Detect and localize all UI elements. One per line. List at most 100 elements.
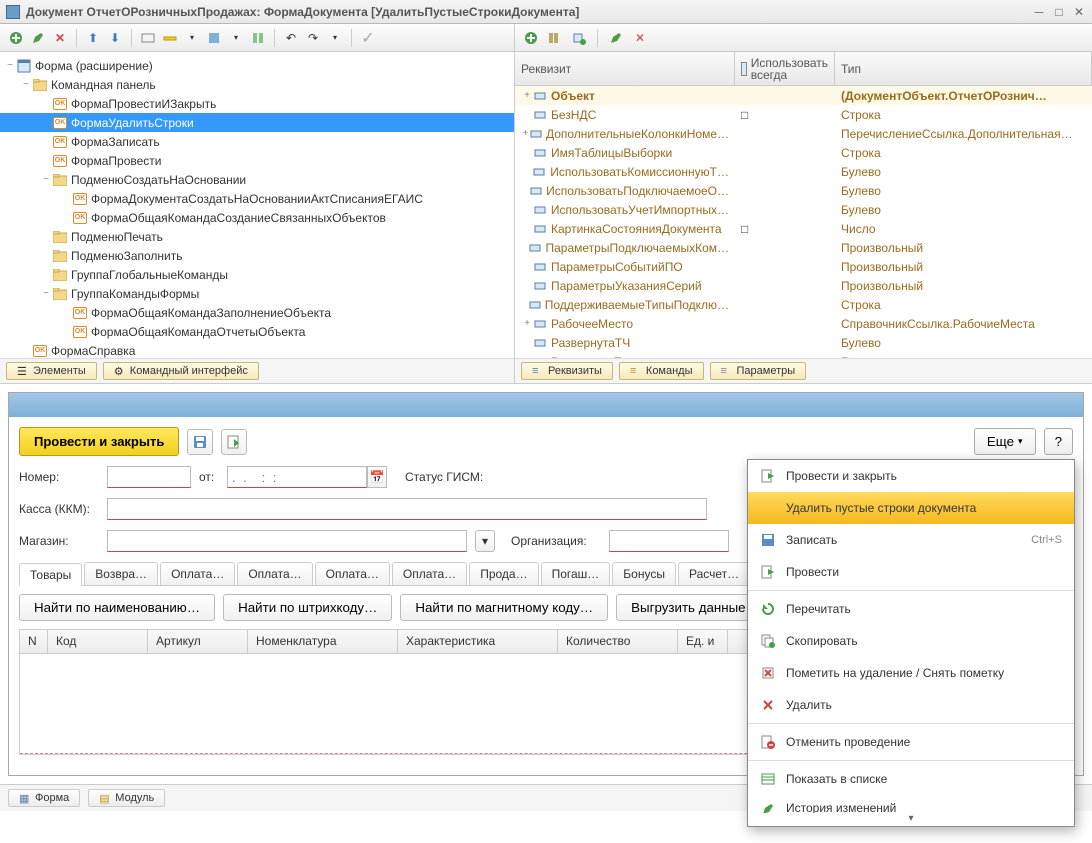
redo-icon[interactable]: ↷ [303,28,323,48]
tab-params[interactable]: ≡Параметры [710,362,807,380]
r-cols-icon[interactable] [545,28,565,48]
post-and-close-button[interactable]: Провести и закрыть [19,427,179,456]
find-card-button[interactable]: Найти по магнитному коду… [400,594,608,621]
grid-col-header[interactable]: Характеристика [398,630,558,653]
org-input[interactable] [609,530,729,552]
find-barcode-button[interactable]: Найти по штрихкоду… [223,594,392,621]
menu-item[interactable]: Отменить проведение [748,726,1074,758]
r-delete-icon[interactable]: ✕ [630,28,650,48]
tree-item[interactable]: OKФормаОбщаяКомандаСозданиеСвязанныхОбъе… [0,208,514,227]
attr-row[interactable]: БезНДС□Строка [515,105,1092,124]
export-button[interactable]: Выгрузить данные [616,594,760,621]
menu-expand-icon[interactable]: ▾ [748,813,1074,826]
find-name-button[interactable]: Найти по наименованию… [19,594,215,621]
more-button[interactable]: Еще▾ [974,428,1036,455]
tree-item[interactable]: OKФормаОбщаяКомандаОтчетыОбъекта [0,322,514,341]
menu-item[interactable]: ЗаписатьCtrl+S [748,524,1074,556]
menu-item[interactable]: Показать в списке [748,763,1074,795]
tool2-icon[interactable] [160,28,180,48]
tree-item[interactable]: OKФормаОбщаяКомандаЗаполнениеОбъекта [0,303,514,322]
calendar-icon[interactable]: 📅 [367,466,387,488]
tree-item[interactable]: OKФормаПровести [0,151,514,170]
attr-row[interactable]: ПараметрыУказанияСерийПроизвольный [515,276,1092,295]
attr-row[interactable]: ИспользоватьУчетИмпортных…Булево [515,200,1092,219]
attr-row[interactable]: РазвернутаТЧБулево [515,333,1092,352]
tree-root[interactable]: − Форма (расширение) [0,56,514,75]
menu-item[interactable]: Провести и закрыть [748,460,1074,492]
attr-row[interactable]: ИспользоватьКомиссионнуюТ…Булево [515,162,1092,181]
down-icon[interactable]: ⬇ [105,28,125,48]
attr-row[interactable]: ИмяТаблицыВыборкиСтрока [515,143,1092,162]
tree-item[interactable]: −ГруппаКомандыФормы [0,284,514,303]
menu-item[interactable]: Перечитать [748,593,1074,625]
sub-tab[interactable]: Оплата… [315,562,390,585]
sub-tab[interactable]: Прода… [469,562,538,585]
menu-item[interactable]: Пометить на удаление / Снять пометку [748,657,1074,689]
grid-col-header[interactable]: Артикул [148,630,248,653]
grid-col-header[interactable]: N [20,630,48,653]
save-button[interactable] [187,429,213,455]
r-edit-icon[interactable] [606,28,626,48]
grid-col-header[interactable]: Количество [558,630,678,653]
tree-item[interactable]: OKФормаЗаписать [0,132,514,151]
check-icon[interactable]: ✓ [358,28,378,48]
attr-row[interactable]: ПоддерживаемыеТипыПодклю…Строка [515,295,1092,314]
attr-row[interactable]: КартинкаСостоянияДокумента□Число [515,219,1092,238]
tab-cmds[interactable]: ≡Команды [619,362,704,380]
kassa-input[interactable] [107,498,707,520]
up-icon[interactable]: ⬆ [83,28,103,48]
attr-row[interactable]: +Объект(ДокументОбъект.ОтчетОРознич… [515,86,1092,105]
tool5-icon[interactable]: ▾ [325,28,345,48]
tree-item[interactable]: OKФормаСправка [0,341,514,358]
attr-row[interactable]: +ДополнительныеКолонкиНоме…ПеречислениеС… [515,124,1092,143]
tool4-icon[interactable] [248,28,268,48]
sub-tab[interactable]: Бонусы [612,562,676,585]
tool3-icon[interactable] [204,28,224,48]
minimize-icon[interactable]: ─ [1032,5,1046,19]
attr-row[interactable]: ИспользоватьПодключаемоеО…Булево [515,181,1092,200]
tab-form[interactable]: ▦Форма [8,789,80,807]
tab-cmd-interface[interactable]: ⚙Командный интерфейс [103,362,259,380]
attr-row[interactable]: +РабочееМестоСправочникСсылка.РабочиеМес… [515,314,1092,333]
sub-tab[interactable]: Возвра… [84,562,158,585]
sub-tab[interactable]: Погаш… [541,562,611,585]
sub-tab[interactable]: Оплата… [237,562,312,585]
add-icon[interactable] [6,28,26,48]
sub-tab[interactable]: Оплата… [392,562,467,585]
tree-item[interactable]: −Командная панель [0,75,514,94]
delete-icon[interactable]: ✕ [50,28,70,48]
number-input[interactable] [107,466,191,488]
tree-item[interactable]: ПодменюПечать [0,227,514,246]
help-button[interactable]: ? [1044,428,1073,455]
r-add2-icon[interactable] [569,28,589,48]
attr-row[interactable]: ПараметрыПодключаемыхКом…Произвольный [515,238,1092,257]
close-icon[interactable]: ✕ [1072,5,1086,19]
tree-item[interactable]: ПодменюЗаполнить [0,246,514,265]
shop-open-icon[interactable]: ▾ [475,530,495,552]
tree-item[interactable]: OKФормаДокументаСоздатьНаОснованииАктСпи… [0,189,514,208]
menu-item[interactable]: Удалить пустые строки документа [748,492,1074,524]
menu-item[interactable]: Скопировать [748,625,1074,657]
grid-col-header[interactable]: Ед. и [678,630,728,653]
grid-col-header[interactable]: Номенклатура [248,630,398,653]
r-add-icon[interactable] [521,28,541,48]
tab-attrs[interactable]: ≡Реквизиты [521,362,613,380]
grid-col-header[interactable]: Код [48,630,148,653]
tool2b-icon[interactable]: ▾ [182,28,202,48]
sub-tab[interactable]: Оплата… [160,562,235,585]
sub-tab[interactable]: Товары [19,563,82,586]
undo-icon[interactable]: ↶ [281,28,301,48]
tab-module[interactable]: ▤Модуль [88,789,165,807]
menu-item[interactable]: История изменений [748,795,1074,813]
menu-item[interactable]: Провести [748,556,1074,588]
tree-item[interactable]: −ПодменюСоздатьНаОсновании [0,170,514,189]
maximize-icon[interactable]: □ [1052,5,1066,19]
tree-item[interactable]: OKФормаПровестиИЗакрыть [0,94,514,113]
post-button[interactable] [221,429,247,455]
tool3b-icon[interactable]: ▾ [226,28,246,48]
tab-elements[interactable]: ☰Элементы [6,362,97,380]
tree-item[interactable]: ГруппаГлобальныеКоманды [0,265,514,284]
menu-item[interactable]: Удалить [748,689,1074,721]
edit-icon[interactable] [28,28,48,48]
tree-item[interactable]: OKФормаУдалитьСтроки [0,113,514,132]
